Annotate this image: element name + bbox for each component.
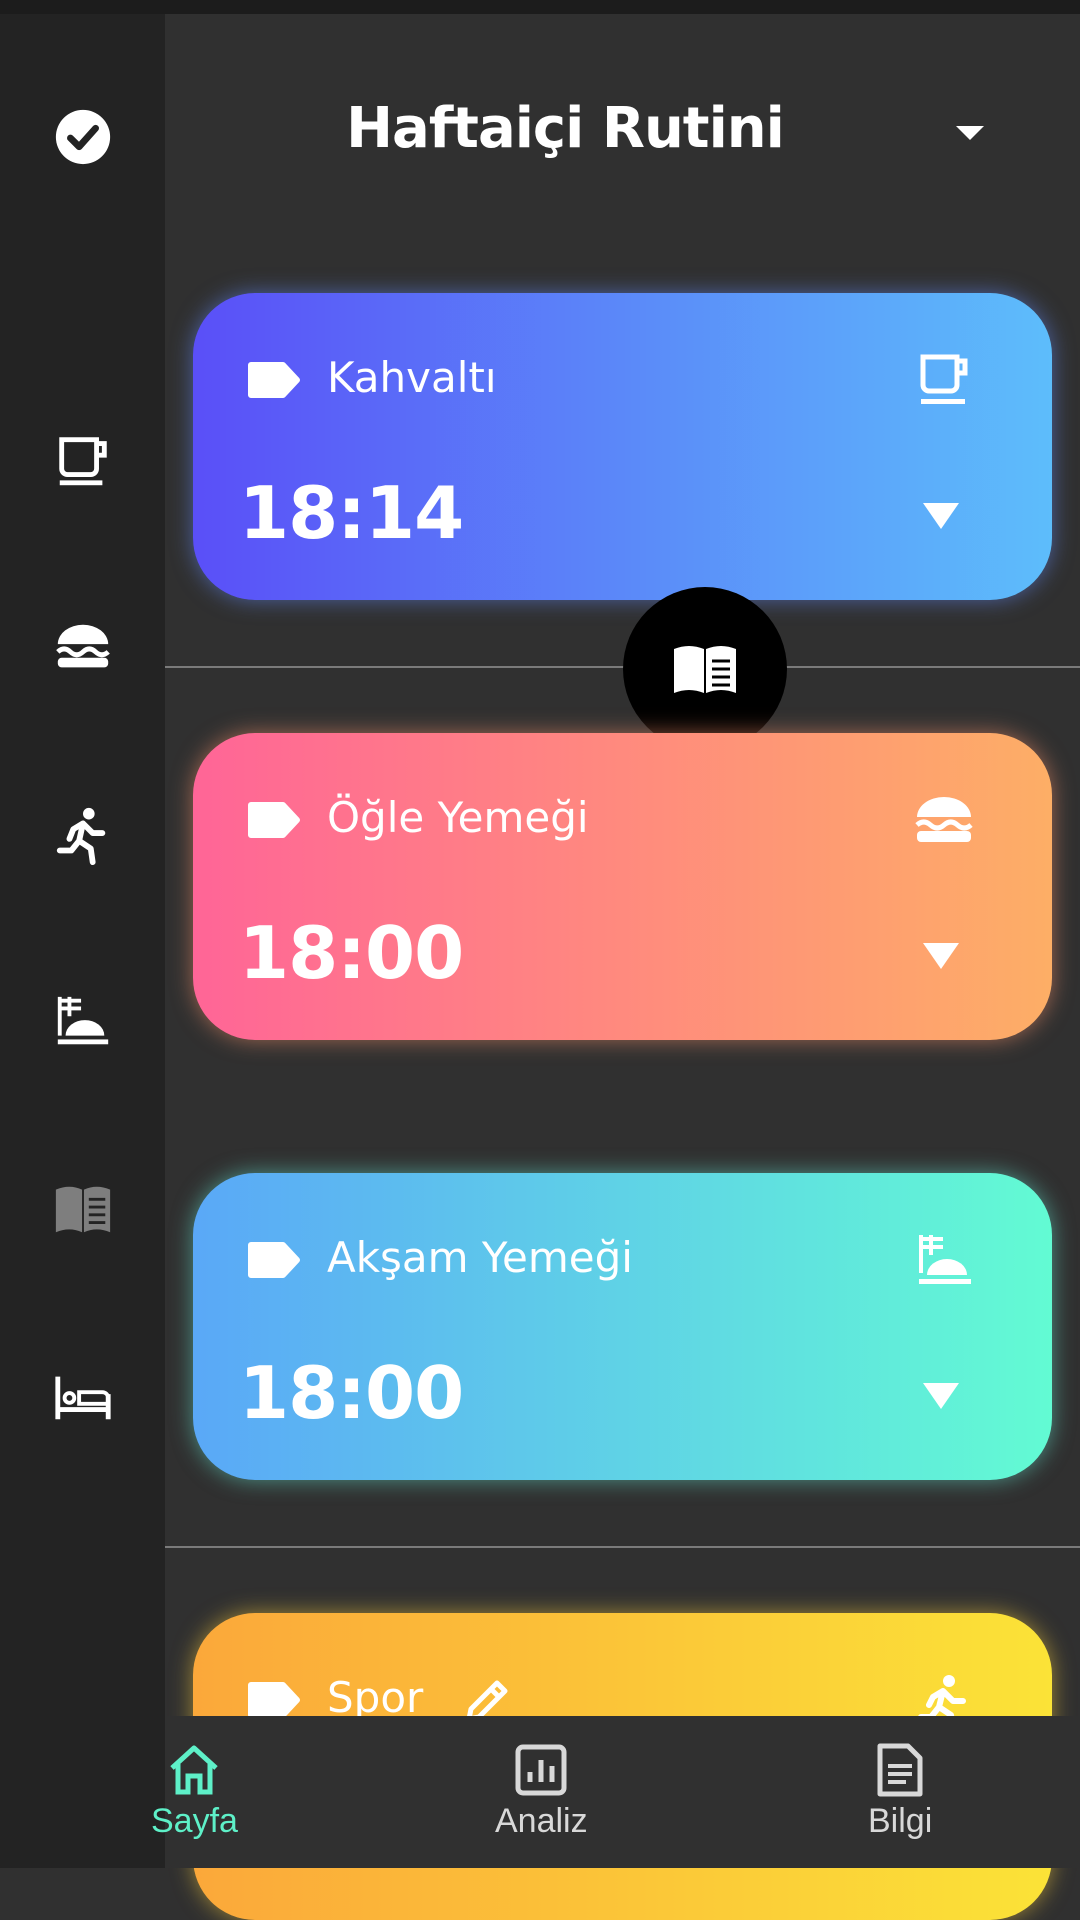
card-label: Kahvaltı (327, 353, 497, 402)
nav-item-analiz[interactable]: Analiz (495, 1742, 588, 1841)
tag-icon (248, 802, 300, 838)
book-open-icon (674, 646, 736, 693)
tag-icon (248, 1682, 300, 1718)
nav-item-sayfa[interactable]: Sayfa (151, 1742, 238, 1841)
page-title: Haftaiçi Rutini (346, 96, 785, 161)
nav-label: Bilgi (868, 1802, 933, 1840)
running-icon[interactable] (50, 802, 116, 868)
bottom-navigation: Sayfa Analiz Bilgi (151, 1716, 1080, 1868)
routine-card-breakfast[interactable]: Kahvaltı 18:14 (193, 293, 1052, 600)
book-icon[interactable] (50, 1176, 116, 1242)
chart-icon (515, 1744, 567, 1796)
expand-chevron-icon[interactable] (921, 1381, 961, 1411)
tag-icon (248, 1242, 300, 1278)
card-time[interactable]: 18:00 (239, 1351, 464, 1435)
book-open-button[interactable] (623, 587, 787, 751)
card-time[interactable]: 18:00 (239, 911, 464, 995)
nav-label: Sayfa (151, 1802, 238, 1840)
burger-icon[interactable] (50, 615, 116, 681)
divider (165, 1546, 1080, 1548)
check-circle-icon[interactable] (50, 104, 116, 170)
card-label: Spor (327, 1673, 424, 1722)
bed-icon[interactable] (50, 1363, 116, 1429)
coffee-icon[interactable] (50, 428, 116, 494)
routine-card-dinner[interactable]: Akşam Yemeği 18:00 (193, 1173, 1052, 1480)
nav-label: Analiz (495, 1802, 588, 1840)
card-time[interactable]: 18:14 (239, 471, 464, 555)
expand-chevron-icon[interactable] (921, 941, 961, 971)
expand-chevron-icon[interactable] (921, 501, 961, 531)
routine-dropdown-icon[interactable] (952, 120, 988, 144)
card-label: Öğle Yemeği (327, 793, 589, 842)
routine-card-lunch[interactable]: Öğle Yemeği 18:00 (193, 733, 1052, 1040)
sidebar (0, 14, 165, 1868)
coffee-icon (920, 354, 968, 404)
home-icon (170, 1745, 219, 1795)
burger-icon (915, 797, 973, 842)
dinner-tray-icon (919, 1235, 971, 1284)
status-bar (0, 0, 1080, 14)
card-label: Akşam Yemeği (327, 1233, 633, 1282)
tag-icon (248, 362, 300, 398)
dinner-tray-icon[interactable] (50, 989, 116, 1055)
nav-item-bilgi[interactable]: Bilgi (868, 1742, 932, 1841)
document-icon (877, 1743, 923, 1797)
